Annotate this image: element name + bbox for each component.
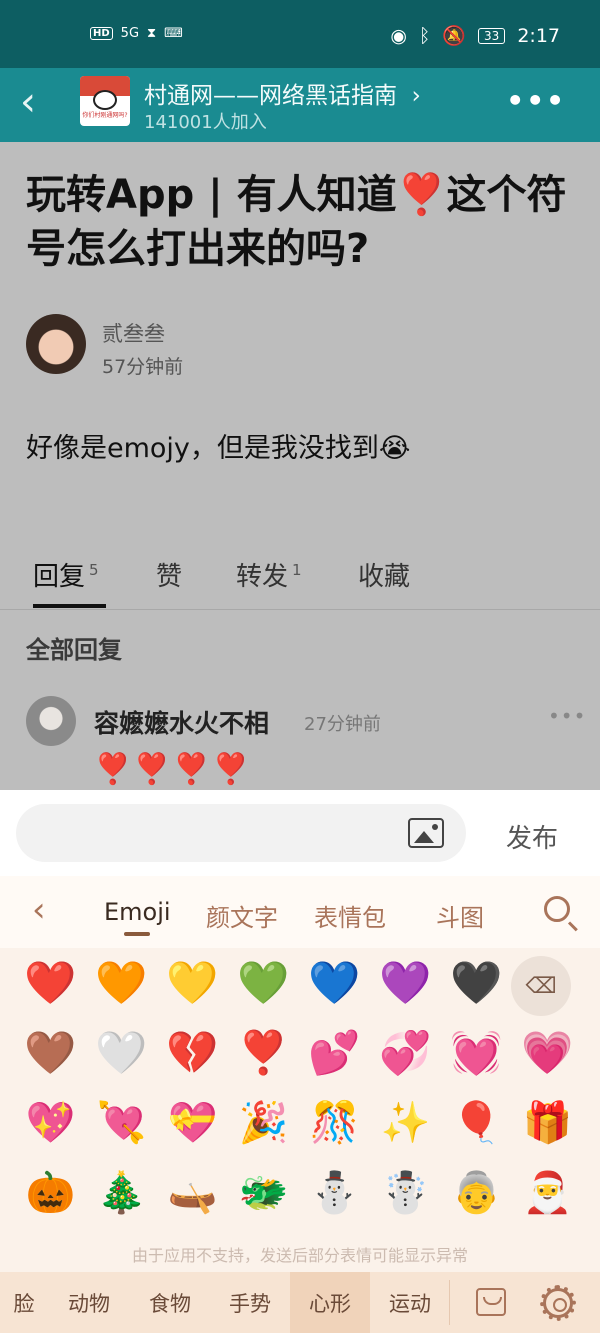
emoji-key[interactable]: 🛶 [157,1158,228,1228]
emoji-key[interactable]: 🤍 [86,1018,157,1088]
keyboard-icon: ⌨ [164,26,183,41]
category-hearts[interactable]: 心形 [290,1272,370,1333]
emoji-key[interactable]: 👵 [441,1158,512,1228]
search-icon[interactable] [544,896,570,922]
group-member-count: 141001人加入 [144,112,267,133]
emoji-key[interactable]: 🖤 [441,948,512,1018]
emoji-key[interactable]: 💔 [157,1018,228,1088]
bluetooth-icon: ᛒ [418,24,431,47]
emoji-key[interactable]: ❤️ [15,948,86,1018]
hourglass-icon: ⧗ [147,26,157,41]
emoji-key[interactable]: 🎊 [299,1088,370,1158]
emoji-key[interactable]: 💞 [370,1018,441,1088]
emoji-key[interactable]: 🎃 [15,1158,86,1228]
reply-more-icon[interactable]: ••• [548,704,586,728]
hd-badge: HD [90,27,113,40]
panda-face-icon [93,90,117,110]
category-sports[interactable]: 运动 [370,1272,450,1333]
author-avatar[interactable] [26,314,86,374]
store-icon[interactable] [476,1288,506,1316]
reply-content: ❣️❣️❣️❣️ [94,752,252,787]
replies-heading: 全部回复 [26,636,122,664]
post-body: 好像是emojy，但是我没找到😭 [26,433,411,464]
keyboard-hint: 由于应用不支持，发送后部分表情可能显示异常 [131,1246,468,1265]
tab-meme[interactable]: 斗图 [436,898,484,933]
emoji-key[interactable]: 💘 [86,1088,157,1158]
tab-kaomoji[interactable]: 颜文字 [206,898,278,933]
active-keyboard-tab-indicator [124,932,150,936]
reply-avatar[interactable] [26,696,76,746]
group-avatar[interactable]: 你们村刚通网吗? [80,76,130,126]
status-right: ◉ ᛒ 🔕 33 2:17 [390,24,560,48]
emoji-key[interactable]: 💖 [15,1088,86,1158]
emoji-key[interactable]: 💚 [228,948,299,1018]
gear-icon[interactable] [540,1285,576,1321]
clock: 2:17 [517,24,560,47]
emoji-key[interactable]: 💓 [441,1018,512,1088]
post-title: 玩转App | 有人知道❣️这个符号怎么打出来的吗? [26,172,567,272]
active-tab-indicator [33,604,106,608]
more-options-button[interactable]: ••• [506,84,566,117]
emoji-key[interactable]: ⛄ [299,1158,370,1228]
tab-likes[interactable]: 赞 [156,556,182,593]
emoji-key[interactable]: 🎈 [441,1088,512,1158]
emoji-key[interactable]: 🧡 [86,948,157,1018]
tab-reposts[interactable]: 转发 1 [236,556,302,593]
backspace-button[interactable]: ⌫ [511,956,571,1016]
group-name[interactable]: 村通网——网络黑话指南 › [144,76,421,110]
image-icon[interactable] [408,818,444,848]
category-gestures[interactable]: 手势 [210,1272,290,1333]
emoji-key[interactable]: 💛 [157,948,228,1018]
emoji-keyboard: ‹ Emoji 颜文字 表情包 斗图 ❤️ 🧡 💛 💚 💙 💜 🖤 🤎 🤍 💔 … [0,876,600,1333]
emoji-key[interactable]: 🎅 [512,1158,583,1228]
category-face[interactable]: 脸 [0,1272,48,1333]
emoji-key[interactable]: 💜 [370,948,441,1018]
emoji-key[interactable]: 🤎 [15,1018,86,1088]
reply-author[interactable]: 容嬷嬷水火不相 [94,704,269,740]
emoji-key[interactable]: 🎁 [512,1088,583,1158]
category-animals[interactable]: 动物 [48,1272,130,1333]
tab-emoji[interactable]: Emoji [104,898,171,926]
reply-time: 27分钟前 [304,714,381,735]
emoji-key[interactable]: 💗 [512,1018,583,1088]
category-divider [449,1280,450,1325]
mute-icon: 🔕 [442,25,467,47]
emoji-key[interactable]: 💝 [157,1088,228,1158]
battery-level: 33 [478,27,506,44]
emoji-key[interactable]: 💕 [299,1018,370,1088]
author-name[interactable]: 贰叁叁 [102,318,165,348]
tab-replies[interactable]: 回复 5 [33,556,99,593]
status-bar: HD 5G ⧗ ⌨ ◉ ᛒ 🔕 33 2:17 [0,0,600,68]
reply-input[interactable] [16,804,466,862]
post: 玩转App | 有人知道❣️这个符号怎么打出来的吗? 贰叁叁 57分钟前 好像是… [0,142,600,518]
category-food[interactable]: 食物 [130,1272,210,1333]
eye-icon: ◉ [390,24,407,47]
post-tabs: 回复 5 赞 转发 1 收藏 [0,534,600,610]
emoji-category-bar: 脸 动物 食物 手势 心形 运动 [0,1272,600,1333]
back-button[interactable]: ‹ [20,82,36,122]
emoji-key[interactable]: ✨ [370,1088,441,1158]
status-left: HD 5G ⧗ ⌨ [90,26,183,41]
emoji-key[interactable]: ☃️ [370,1158,441,1228]
composer: 发布 [0,790,600,876]
emoji-key[interactable]: ❣️ [228,1018,299,1088]
tab-stickers[interactable]: 表情包 [314,898,386,933]
emoji-key[interactable]: 🎄 [86,1158,157,1228]
backspace-icon: ⌫ [525,973,557,999]
group-header: ‹ 你们村刚通网吗? 村通网——网络黑话指南 › 141001人加入 ••• [0,68,600,142]
tab-favorites[interactable]: 收藏 [358,556,410,593]
emoji-key[interactable]: 💙 [299,948,370,1018]
signal-5g-icon: 5G [120,26,140,41]
chevron-left-icon[interactable]: ‹ [32,890,46,930]
keyboard-tabs: ‹ Emoji 颜文字 表情包 斗图 [0,876,600,948]
emoji-key[interactable]: 🐲 [228,1158,299,1228]
post-time: 57分钟前 [102,356,184,378]
emoji-key[interactable]: 🎉 [228,1088,299,1158]
publish-button[interactable]: 发布 [506,818,558,855]
